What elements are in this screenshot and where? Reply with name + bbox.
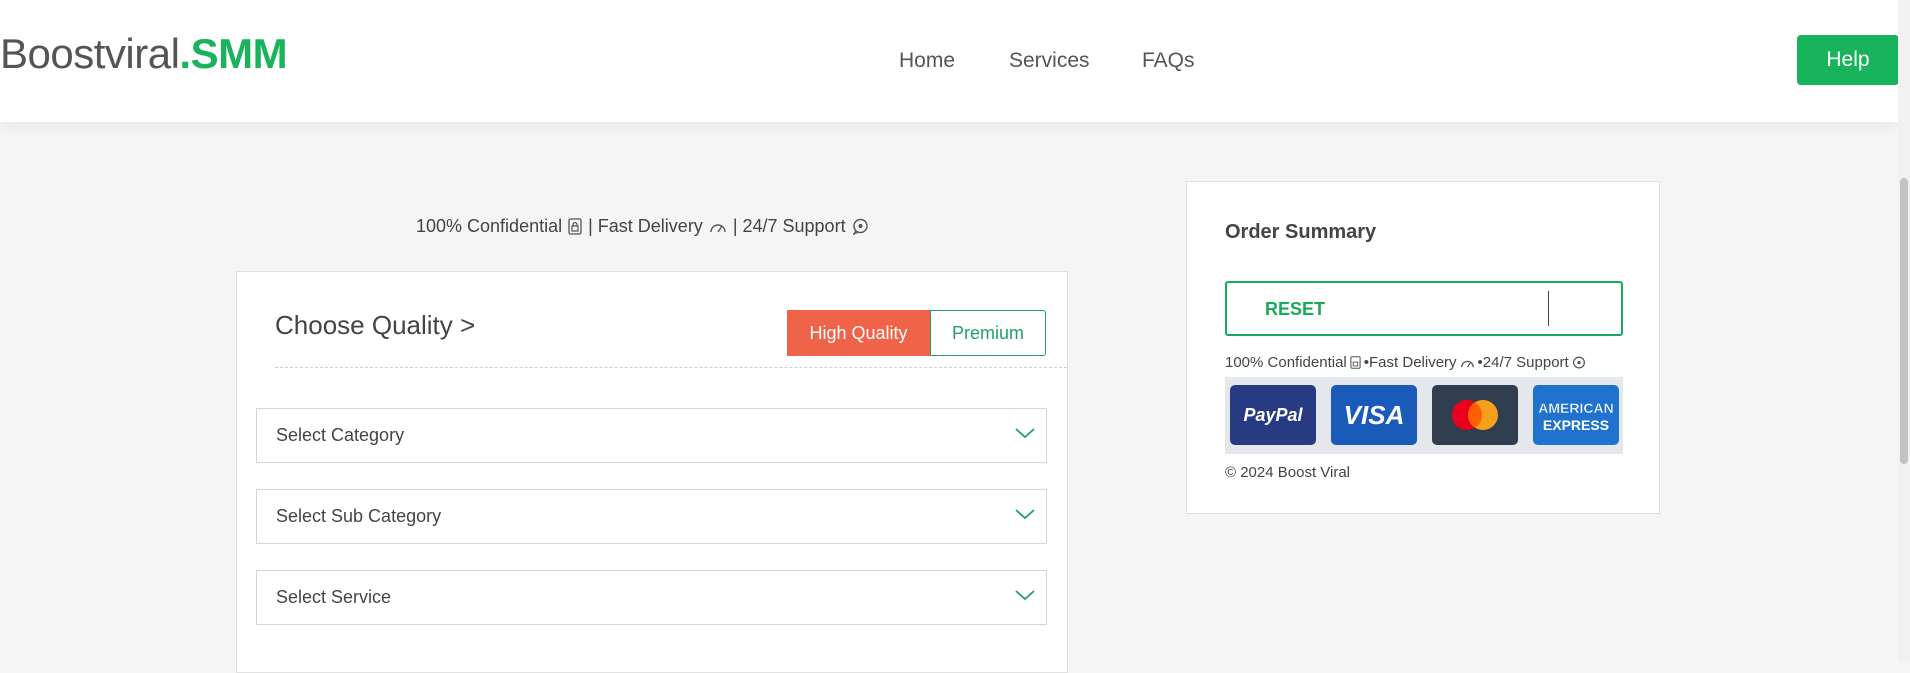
section-divider: [275, 367, 1067, 368]
document-lock-icon: [1350, 356, 1361, 369]
visa-logo: VISA: [1331, 385, 1417, 445]
reset-button[interactable]: RESET: [1265, 299, 1325, 320]
payment-methods: PayPal VISA AMERICAN EXPRESS: [1225, 377, 1623, 454]
trust-tagline: 100% Confidential | Fast Delivery | 24/7…: [416, 216, 869, 237]
order-summary-title: Order Summary: [1225, 221, 1377, 243]
chat-bubble-icon: [852, 218, 868, 235]
chevron-down-icon: [1015, 428, 1035, 439]
select-category-dropdown[interactable]: Select Category: [256, 408, 1047, 463]
svg-text:EXPRESS: EXPRESS: [1543, 417, 1609, 433]
document-lock-icon: [568, 218, 582, 235]
svg-text:VISA: VISA: [1344, 400, 1405, 430]
site-logo[interactable]: Boostviral.SMM: [0, 30, 288, 78]
chevron-down-icon: [1015, 590, 1035, 601]
copyright-text: © 2024 Boost Viral: [1225, 464, 1351, 481]
chat-bubble-icon: [1572, 356, 1585, 369]
order-form-panel: Choose Quality > High Quality Premium Se…: [236, 271, 1068, 673]
high-quality-button[interactable]: High Quality: [787, 310, 930, 356]
select-service-dropdown[interactable]: Select Service: [256, 570, 1047, 625]
speedometer-icon: [710, 223, 726, 232]
order-summary-panel: Order Summary RESET 100% Confidential •F…: [1186, 181, 1660, 514]
amex-logo: AMERICAN EXPRESS: [1533, 385, 1619, 445]
mastercard-logo: [1432, 385, 1518, 445]
svg-text:PayPal: PayPal: [1243, 405, 1303, 425]
nav-home[interactable]: Home: [899, 49, 955, 73]
scrollbar-thumb[interactable]: [1900, 178, 1908, 464]
summary-trust-tagline: 100% Confidential •Fast Delivery •24/7 S…: [1225, 354, 1586, 371]
premium-button[interactable]: Premium: [930, 310, 1046, 356]
speedometer-icon: [1460, 360, 1474, 368]
nav-faqs[interactable]: FAQs: [1142, 49, 1195, 73]
nav-services[interactable]: Services: [1009, 49, 1090, 73]
text-cursor: [1548, 291, 1549, 326]
site-header: Boostviral.SMM Home Services FAQs Help: [0, 0, 1899, 122]
quality-toggle: High Quality Premium: [787, 310, 1046, 356]
reset-input[interactable]: RESET: [1225, 281, 1623, 336]
chevron-down-icon: [1015, 509, 1035, 520]
choose-quality-title: Choose Quality >: [275, 310, 476, 340]
paypal-logo: PayPal: [1230, 385, 1316, 445]
svg-text:AMERICAN: AMERICAN: [1538, 400, 1613, 416]
help-button[interactable]: Help: [1797, 35, 1899, 85]
select-subcategory-dropdown[interactable]: Select Sub Category: [256, 489, 1047, 544]
